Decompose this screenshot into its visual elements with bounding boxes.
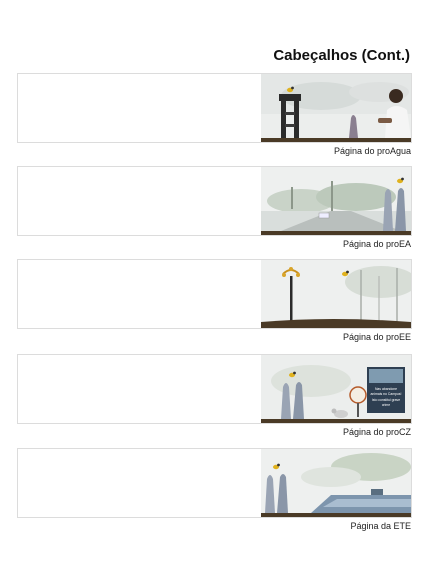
header-caption: Página do proEE (342, 332, 411, 342)
header-caption: Página da ETE (350, 521, 411, 531)
header-preview-procz: Nas abandone animais no Campus! Isto con… (17, 354, 412, 437)
sign-text-line1: Nas abandone (375, 387, 397, 391)
banner-photo (261, 449, 411, 517)
header-caption: Página do proEA (342, 239, 411, 249)
banner: Nas abandone animais no Campus! Isto con… (17, 354, 412, 424)
banner (17, 448, 412, 518)
header-preview-proee: Página do proEE (17, 259, 412, 342)
banner-photo (261, 74, 411, 142)
header-preview-ete: Página da ETE (17, 448, 412, 531)
sign-text-line2: animais no Campus! (371, 392, 402, 396)
banner (17, 73, 412, 143)
banner (17, 166, 412, 236)
header-preview-proea: Página do proEA (17, 166, 412, 249)
header-preview-proagua: Página do proAgua (17, 73, 412, 156)
sign-text-line4: crime (382, 403, 390, 407)
banner-photo (261, 167, 411, 235)
banner-photo: Nas abandone animais no Campus! Isto con… (261, 355, 411, 423)
header-caption: Página do proAgua (333, 146, 411, 156)
sign-text-line3: Isto constitui grave (372, 398, 400, 402)
banner-photo (261, 260, 411, 328)
page-title: Cabeçalhos (Cont.) (273, 47, 410, 64)
banner (17, 259, 412, 329)
header-caption: Página do proCZ (342, 427, 411, 437)
